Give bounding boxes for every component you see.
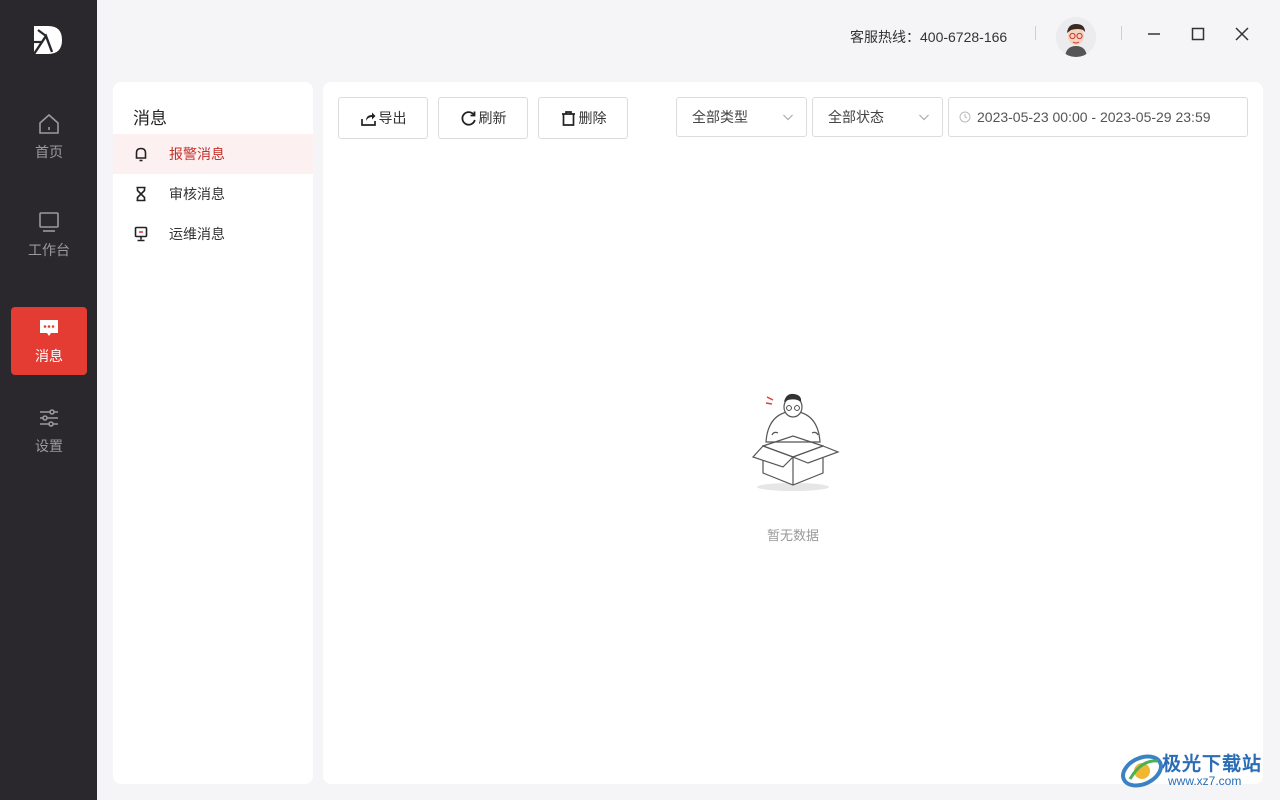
maximize-button[interactable] [1186,22,1210,46]
type-select[interactable]: 全部类型 [676,97,807,137]
hourglass-icon [136,186,146,202]
nav-item-label: 设置 [35,438,63,454]
refresh-label: 刷新 [478,110,507,126]
watermark: 极光下载站 www.xz7.com [1120,745,1272,793]
export-icon [360,112,376,126]
empty-state-text: 暂无数据 [766,528,819,543]
date-range-value: 2023-05-23 00:00 - 2023-05-29 23:59 [977,109,1211,125]
top-bar: 客服热线：400-6728-166 [97,0,1280,72]
clock-icon [959,111,971,123]
refresh-icon [461,110,476,126]
status-select-value: 全部状态 [828,109,884,125]
delete-label: 删除 [578,110,607,126]
submenu-item-label: 运维消息 [169,226,225,242]
close-icon [1235,27,1249,41]
left-nav: 首页 工作台 消息 设置 [0,0,97,800]
app-logo-icon [33,26,62,55]
date-range-picker[interactable]: 2023-05-23 00:00 - 2023-05-29 23:59 [948,97,1248,137]
trash-icon [561,110,575,126]
refresh-button[interactable]: 刷新 [438,97,528,139]
message-icon [40,320,58,336]
submenu-title: 消息 [133,109,167,128]
chevron-down-icon [783,114,793,121]
maximize-icon [1191,27,1205,41]
monitor-icon [39,212,59,232]
submenu-item-review[interactable]: 审核消息 [113,174,313,214]
empty-box-illustration-icon [751,393,840,491]
watermark-logo-icon [1121,754,1163,788]
type-select-value: 全部类型 [692,109,748,125]
close-button[interactable] [1230,22,1254,46]
divider [1121,26,1122,40]
message-submenu: 消息 报警消息 审核消息 运维消息 [113,82,313,784]
nav-item-home[interactable]: 首页 [11,103,87,171]
nav-item-messages[interactable]: 消息 [11,307,87,375]
customer-hotline: 客服热线：400-6728-166 [850,29,1008,45]
home-icon [39,113,59,134]
nav-item-label: 首页 [35,144,63,160]
submenu-item-alarm[interactable]: 报警消息 [113,134,313,174]
main-panel: 导出 刷新 删除 全部类型 全部状态 2023-05-23 00:00 - 20… [323,82,1263,784]
minimize-icon [1148,33,1160,35]
nav-item-settings[interactable]: 设置 [11,397,87,465]
submenu-item-label: 审核消息 [169,186,225,202]
maintenance-icon [134,226,148,242]
minimize-button[interactable] [1142,22,1166,46]
chevron-down-icon [919,114,929,121]
watermark-title: 极光下载站 [1162,754,1263,775]
nav-item-label: 消息 [35,348,63,364]
sliders-icon [40,409,58,427]
status-select[interactable]: 全部状态 [812,97,943,137]
submenu-item-maintenance[interactable]: 运维消息 [113,214,313,254]
nav-item-label: 工作台 [28,242,70,258]
user-avatar-icon [1056,17,1096,57]
export-button[interactable]: 导出 [338,97,428,139]
nav-item-workbench[interactable]: 工作台 [11,201,87,269]
watermark-url: www.xz7.com [1168,774,1242,788]
divider [1035,26,1036,40]
submenu-item-label: 报警消息 [169,146,225,162]
avatar[interactable] [1056,17,1096,57]
bell-icon [135,147,147,162]
export-label: 导出 [378,110,407,126]
delete-button[interactable]: 删除 [538,97,628,139]
